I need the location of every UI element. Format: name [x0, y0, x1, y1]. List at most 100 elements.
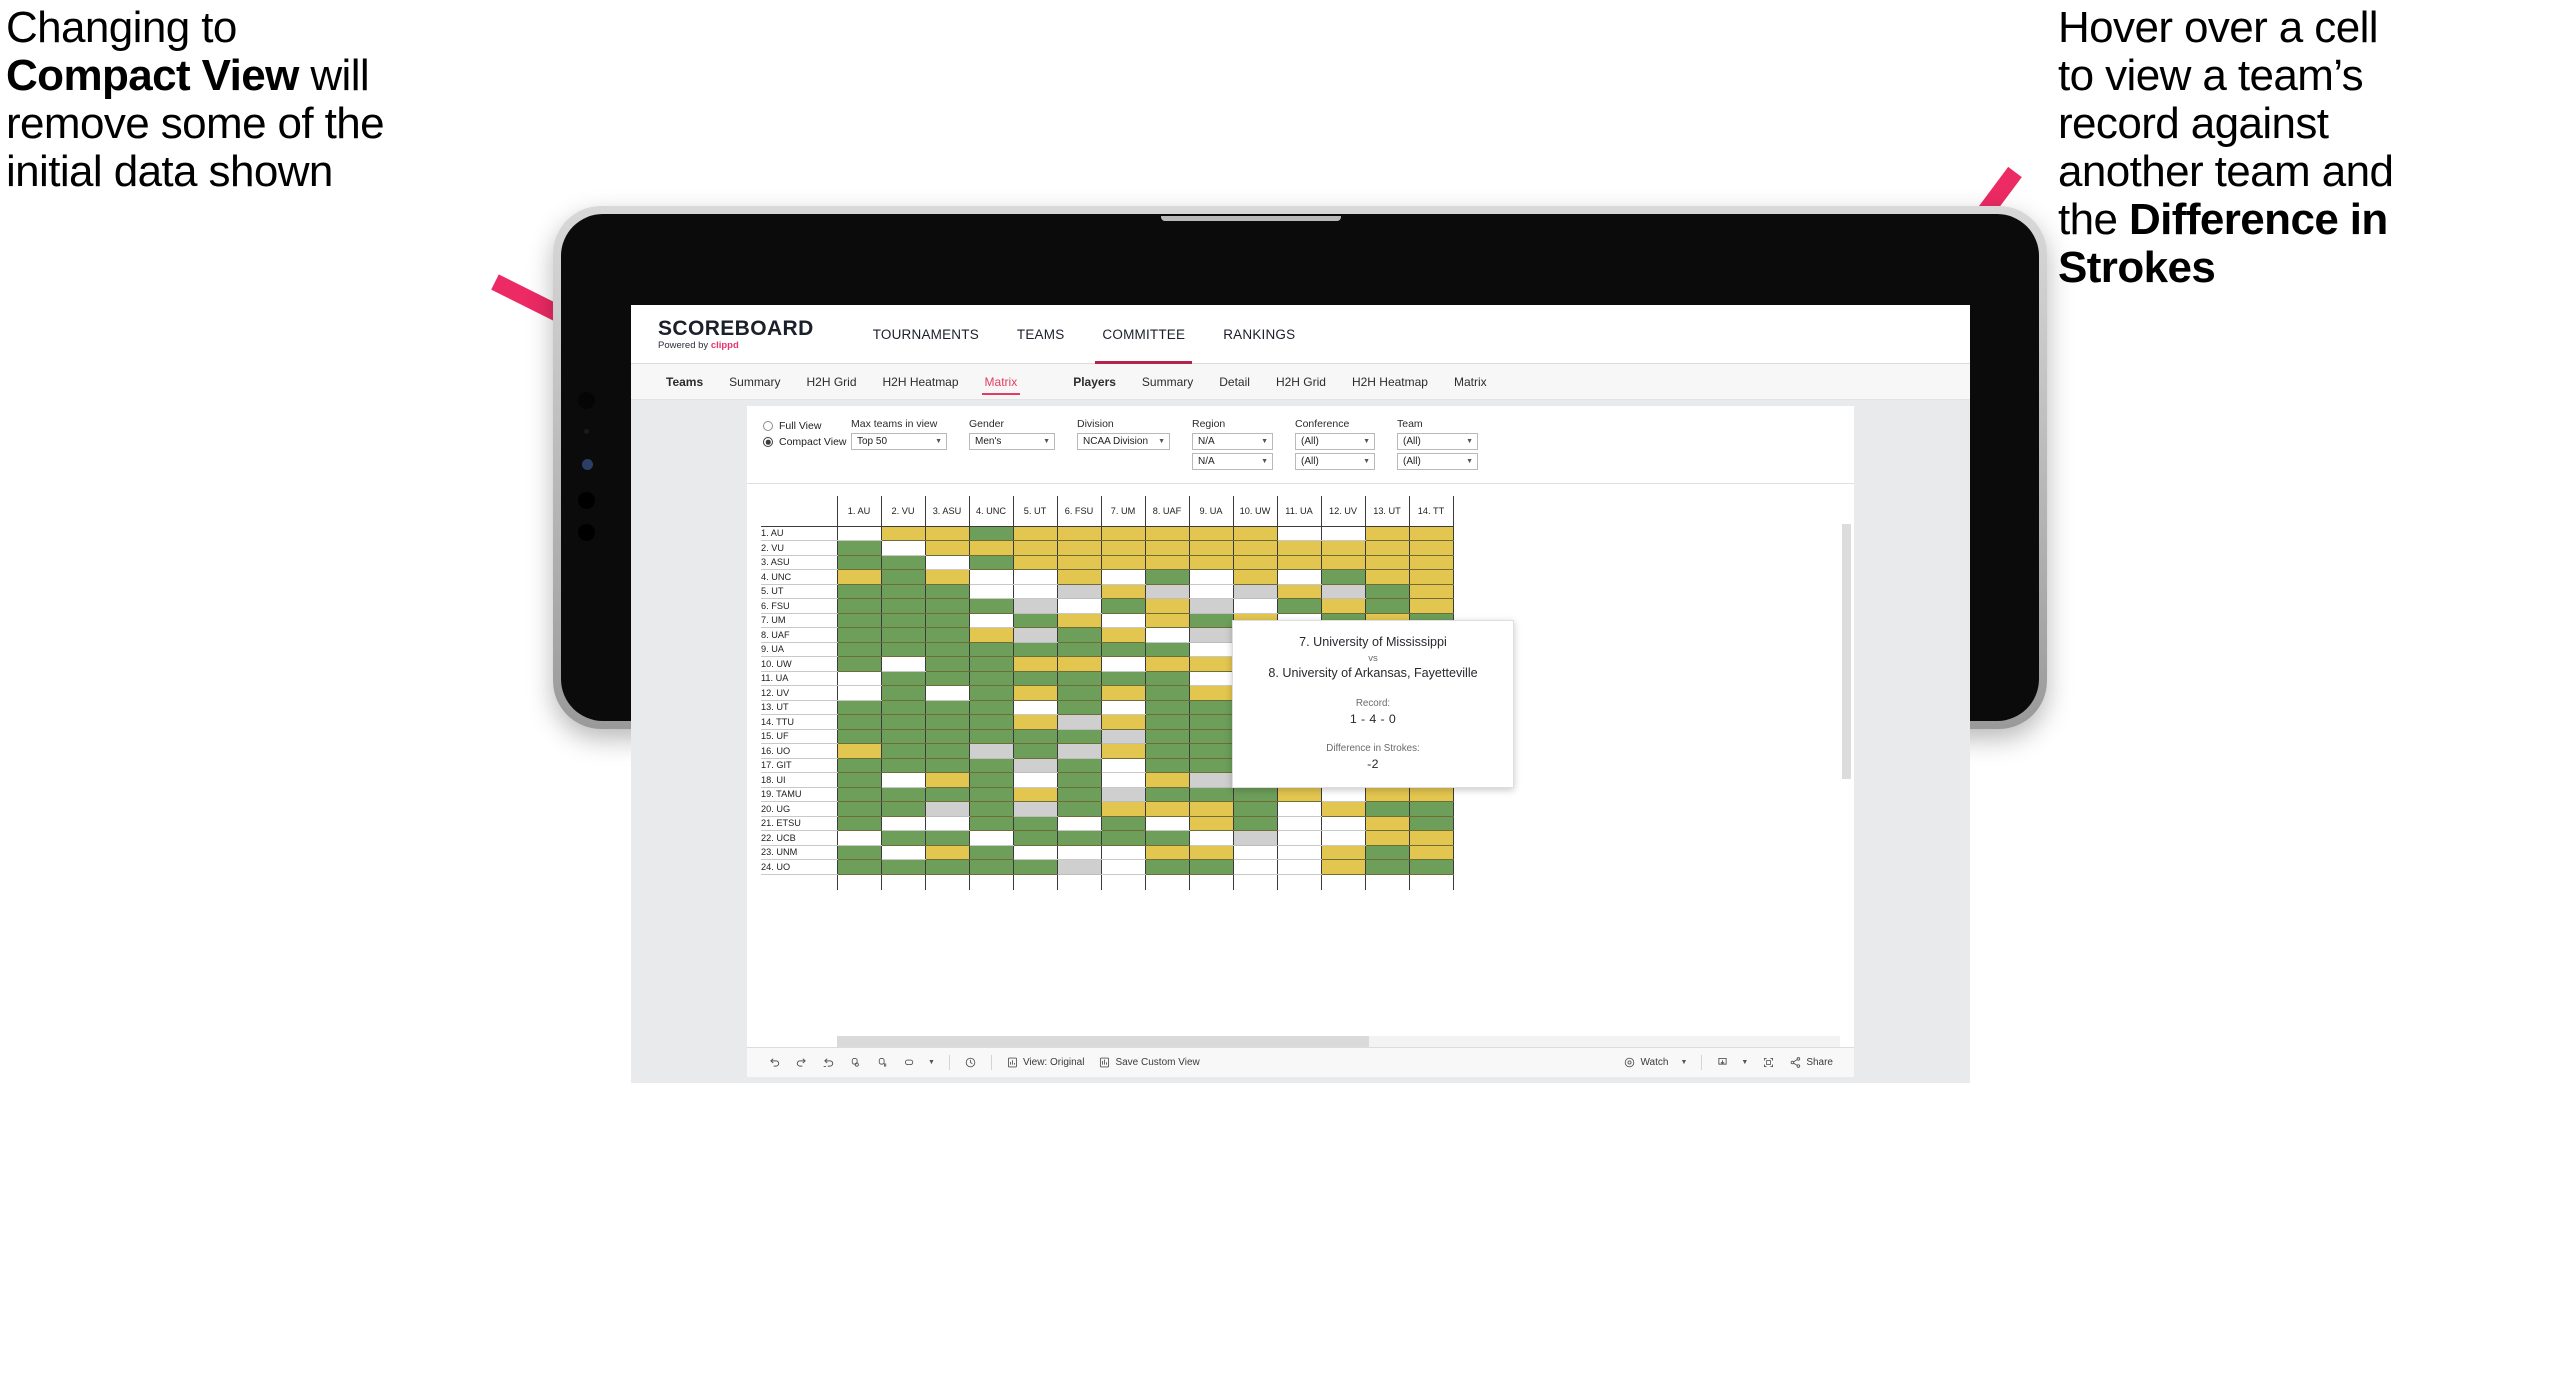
- matrix-cell[interactable]: [1408, 569, 1454, 585]
- matrix-cell[interactable]: [968, 787, 1013, 802]
- matrix-row-header[interactable]: 10. UW: [761, 656, 837, 672]
- matrix-cell[interactable]: [836, 584, 881, 599]
- save-custom-view-button[interactable]: Save Custom View: [1091, 1052, 1206, 1074]
- matrix-cell[interactable]: [924, 685, 969, 701]
- matrix-cell[interactable]: [1012, 685, 1057, 701]
- matrix-cell[interactable]: [1188, 787, 1233, 802]
- matrix-cell[interactable]: [836, 859, 881, 875]
- matrix-cell[interactable]: [836, 526, 881, 541]
- matrix-cell[interactable]: [880, 816, 925, 831]
- matrix-cell[interactable]: [968, 671, 1013, 686]
- matrix-cell[interactable]: [1100, 540, 1145, 556]
- matrix-cell[interactable]: [1408, 526, 1454, 541]
- matrix-cell[interactable]: [968, 627, 1013, 643]
- matrix-cell[interactable]: [1144, 816, 1189, 831]
- matrix-cell[interactable]: [1100, 642, 1145, 657]
- matrix-row-header[interactable]: 21. ETSU: [761, 816, 837, 831]
- matrix-cell[interactable]: [968, 613, 1013, 628]
- matrix-cell[interactable]: [1364, 569, 1409, 585]
- matrix-cell[interactable]: [1188, 613, 1233, 628]
- matrix-row-header[interactable]: 13. UT: [761, 700, 837, 715]
- matrix-cell[interactable]: [1232, 787, 1277, 802]
- filter-team-select-1[interactable]: (All) ▼: [1397, 433, 1478, 450]
- matrix-cell[interactable]: [1144, 743, 1189, 759]
- tab-teams-h2h-heatmap[interactable]: H2H Heatmap: [870, 364, 972, 400]
- matrix-row-header[interactable]: 8. UAF: [761, 627, 837, 643]
- matrix-cell[interactable]: [924, 787, 969, 802]
- matrix-cell[interactable]: [1188, 714, 1233, 730]
- matrix-cell[interactable]: [1364, 526, 1409, 541]
- matrix-cell[interactable]: [1408, 555, 1454, 570]
- matrix-cell[interactable]: [1276, 845, 1321, 860]
- matrix-cell[interactable]: [1408, 598, 1454, 614]
- matrix-cell[interactable]: [924, 598, 969, 614]
- nav-item-committee[interactable]: COMMITTEE: [1083, 305, 1204, 364]
- matrix-cell[interactable]: [1100, 584, 1145, 599]
- redo-button[interactable]: [788, 1052, 815, 1074]
- nav-item-teams[interactable]: TEAMS: [998, 305, 1084, 364]
- matrix-cell[interactable]: [1056, 584, 1101, 599]
- history-button[interactable]: [957, 1052, 984, 1074]
- matrix-cell[interactable]: [1276, 598, 1321, 614]
- matrix-cell[interactable]: [1012, 830, 1057, 846]
- matrix-cell[interactable]: [1056, 700, 1101, 715]
- matrix-column-header[interactable]: 14. TT: [1408, 496, 1454, 527]
- fullscreen-button[interactable]: [1755, 1052, 1782, 1074]
- matrix-cell[interactable]: [1056, 859, 1101, 875]
- matrix-cell[interactable]: [1012, 656, 1057, 672]
- matrix-cell[interactable]: [1100, 671, 1145, 686]
- matrix-cell[interactable]: [1056, 685, 1101, 701]
- matrix-cell[interactable]: [1232, 555, 1277, 570]
- matrix-cell[interactable]: [1012, 584, 1057, 599]
- matrix-cell[interactable]: [1188, 772, 1233, 788]
- matrix-cell[interactable]: [1408, 787, 1454, 802]
- matrix-cell[interactable]: [1276, 859, 1321, 875]
- matrix-cell[interactable]: [880, 598, 925, 614]
- matrix-cell[interactable]: [1056, 787, 1101, 802]
- matrix-cell[interactable]: [836, 801, 881, 817]
- matrix-cell[interactable]: [836, 555, 881, 570]
- matrix-cell[interactable]: [968, 598, 1013, 614]
- matrix-column-header[interactable]: 5. UT: [1012, 496, 1057, 527]
- matrix-cell[interactable]: [1144, 555, 1189, 570]
- matrix-cell[interactable]: [1144, 758, 1189, 773]
- matrix-cell[interactable]: [1144, 830, 1189, 846]
- revert-button[interactable]: [815, 1052, 842, 1074]
- matrix-row-header[interactable]: 14. TTU: [761, 714, 837, 730]
- matrix-cell[interactable]: [836, 642, 881, 657]
- matrix-cell[interactable]: [1144, 584, 1189, 599]
- matrix-cell[interactable]: [836, 671, 881, 686]
- matrix-cell[interactable]: [968, 729, 1013, 744]
- matrix-cell[interactable]: [1012, 526, 1057, 541]
- matrix-cell[interactable]: [1188, 642, 1233, 657]
- matrix-row-header[interactable]: 3. ASU: [761, 555, 837, 570]
- matrix-cell[interactable]: [1188, 830, 1233, 846]
- matrix-column-header[interactable]: 9. UA: [1188, 496, 1233, 527]
- matrix-cell[interactable]: [836, 743, 881, 759]
- matrix-cell[interactable]: [1364, 540, 1409, 556]
- matrix-cell[interactable]: [1144, 845, 1189, 860]
- matrix-cell[interactable]: [1188, 729, 1233, 744]
- matrix-cell[interactable]: [1100, 743, 1145, 759]
- matrix-cell[interactable]: [1232, 598, 1277, 614]
- matrix-cell[interactable]: [1100, 526, 1145, 541]
- matrix-cell[interactable]: [1188, 671, 1233, 686]
- brand-logo[interactable]: SCOREBOARD Powered by clippd: [658, 318, 814, 351]
- matrix-cell[interactable]: [880, 526, 925, 541]
- matrix-cell[interactable]: [1144, 656, 1189, 672]
- matrix-cell[interactable]: [836, 627, 881, 643]
- matrix-cell[interactable]: [1012, 627, 1057, 643]
- matrix-cell[interactable]: [924, 613, 969, 628]
- matrix-cell[interactable]: [1100, 627, 1145, 643]
- matrix-cell[interactable]: [1056, 656, 1101, 672]
- matrix-row-header[interactable]: 16. UO: [761, 743, 837, 759]
- matrix-cell[interactable]: [1188, 845, 1233, 860]
- matrix-cell[interactable]: [1364, 787, 1409, 802]
- matrix-cell[interactable]: [836, 845, 881, 860]
- matrix-cell[interactable]: [1276, 569, 1321, 585]
- matrix-cell[interactable]: [1320, 584, 1365, 599]
- matrix-cell[interactable]: [968, 816, 1013, 831]
- matrix-cell[interactable]: [1012, 743, 1057, 759]
- filter-region-select-1[interactable]: N/A ▼: [1192, 433, 1273, 450]
- matrix-cell[interactable]: [1188, 584, 1233, 599]
